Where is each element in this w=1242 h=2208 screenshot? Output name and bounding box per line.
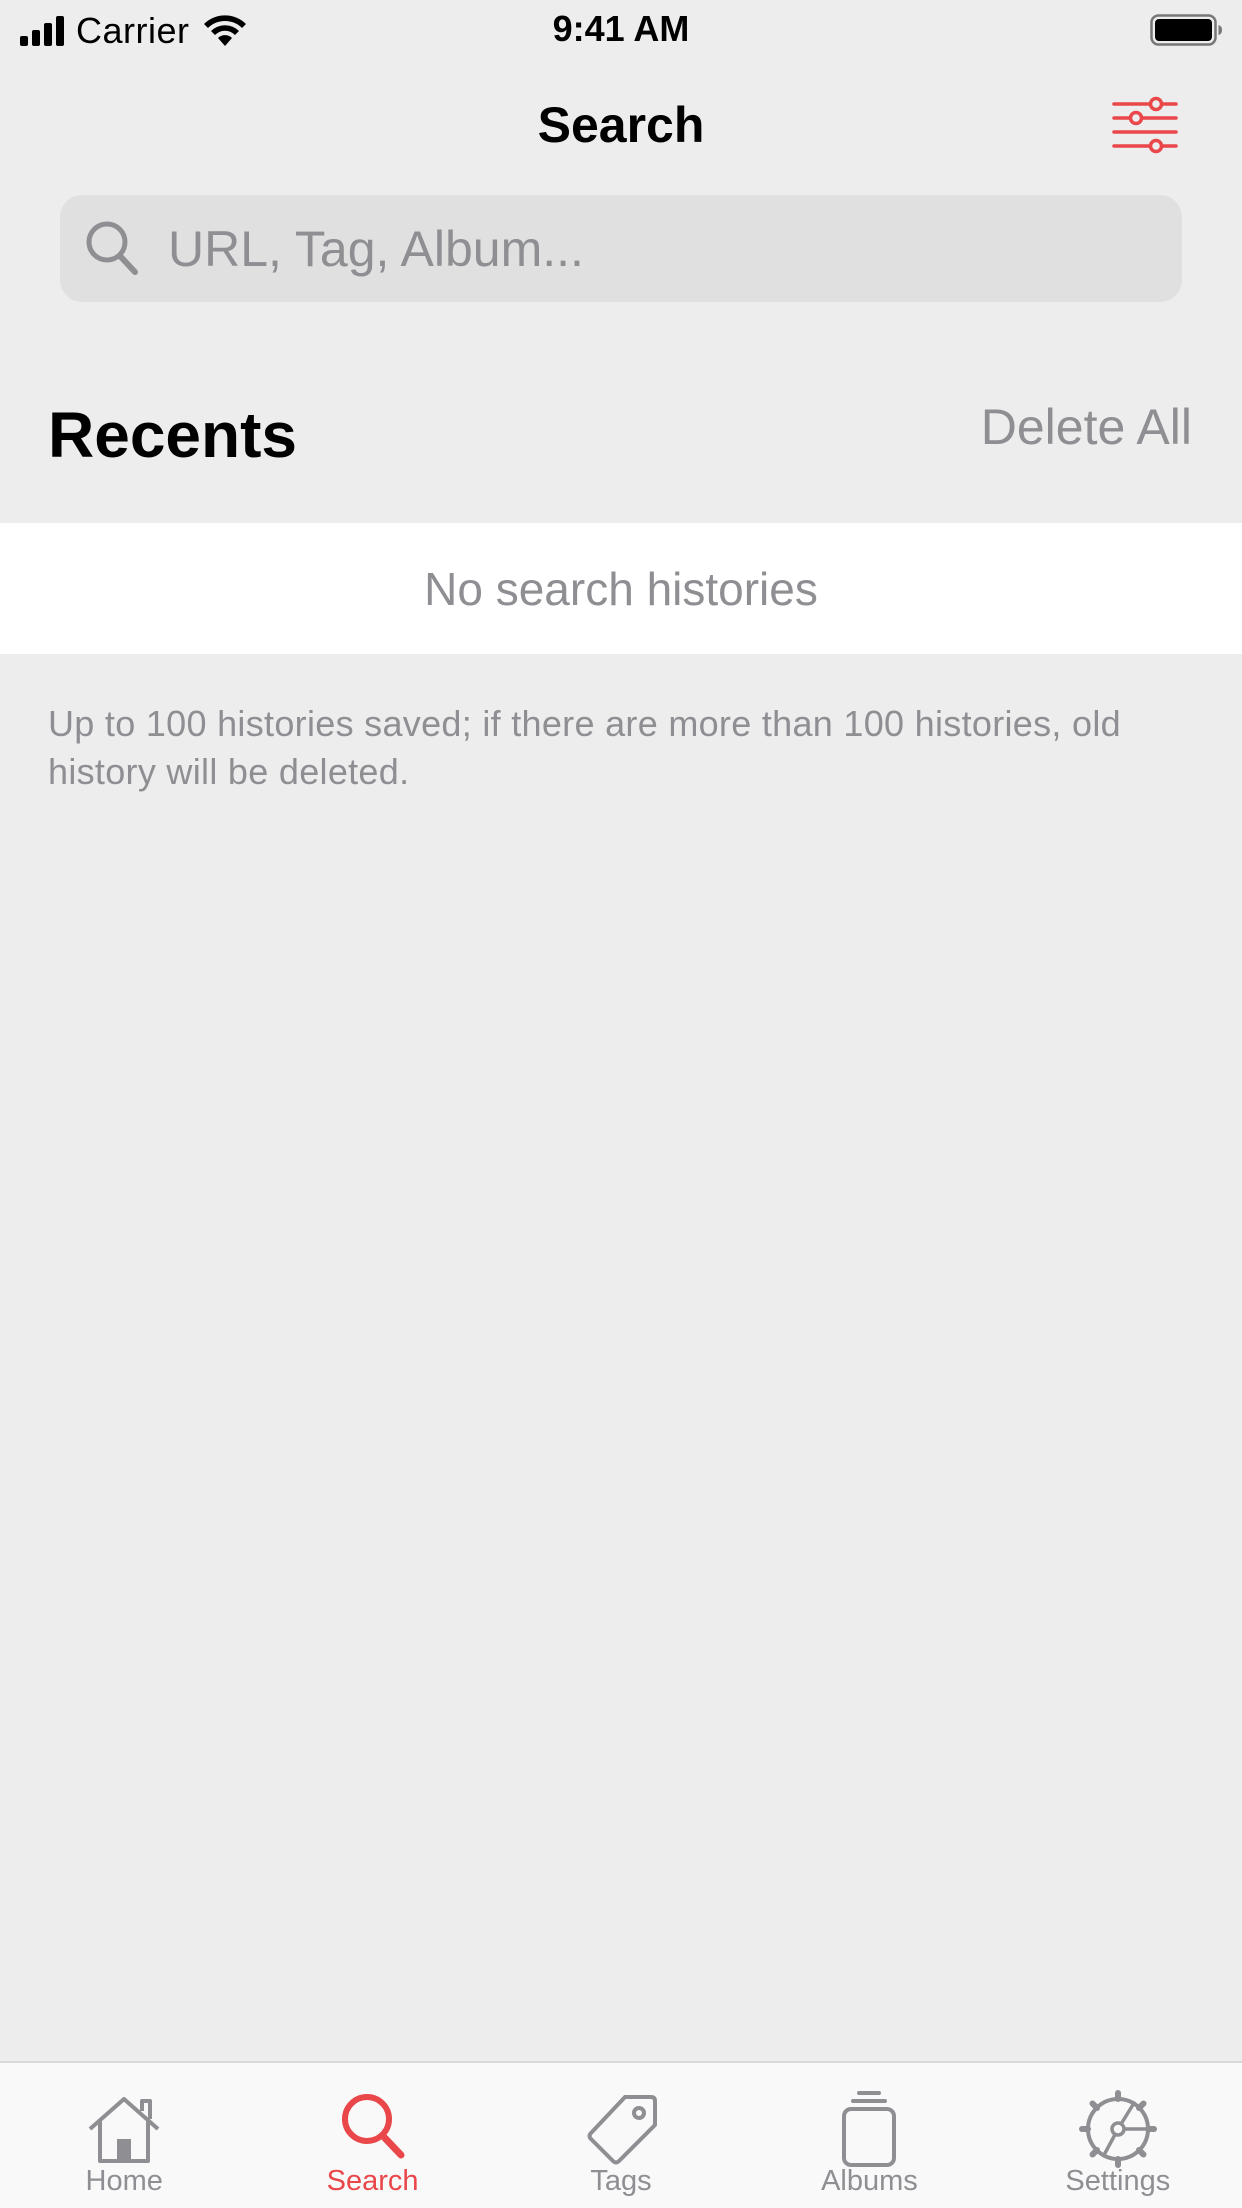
sliders-icon[interactable]: [1110, 96, 1180, 156]
tab-home[interactable]: Home: [0, 2063, 248, 2208]
search-screen: Carrier 9:41 AM Search URL, Tag, Album..…: [0, 0, 1242, 2208]
status-bar: Carrier 9:41 AM: [0, 0, 1242, 60]
search-input[interactable]: [168, 195, 1158, 302]
tab-tags[interactable]: Tags: [497, 2063, 745, 2208]
page-title: Search: [537, 97, 705, 153]
delete-all-button[interactable]: Delete All: [981, 398, 1192, 456]
tab-settings[interactable]: Settings: [994, 2063, 1242, 2208]
search-icon: [86, 221, 138, 275]
tab-label: Home: [85, 2165, 163, 2197]
status-time: 9:41 AM: [552, 8, 690, 49]
tab-label: Tags: [590, 2165, 652, 2197]
tag-icon: [587, 2095, 658, 2165]
search-field[interactable]: [60, 195, 1182, 302]
tab-search[interactable]: Search: [248, 2063, 496, 2208]
tab-bar: Home Search Tags Albums Settings: [0, 2061, 1242, 2208]
albums-icon: [842, 2091, 897, 2167]
recents-heading: Recents: [48, 399, 297, 471]
tab-label: Albums: [821, 2165, 918, 2197]
empty-history-label: No search histories: [424, 562, 818, 615]
tab-label: Settings: [1065, 2165, 1171, 2197]
battery-icon: [1150, 14, 1222, 46]
history-limit-note: Up to 100 histories saved; if there are …: [48, 703, 1121, 792]
tab-label: Search: [326, 2165, 419, 2197]
gear-icon: [1078, 2090, 1157, 2168]
empty-history-cell: No search histories: [0, 523, 1242, 654]
home-icon: [88, 2097, 160, 2163]
tab-albums[interactable]: Albums: [745, 2063, 993, 2208]
search-icon: [341, 2094, 405, 2159]
